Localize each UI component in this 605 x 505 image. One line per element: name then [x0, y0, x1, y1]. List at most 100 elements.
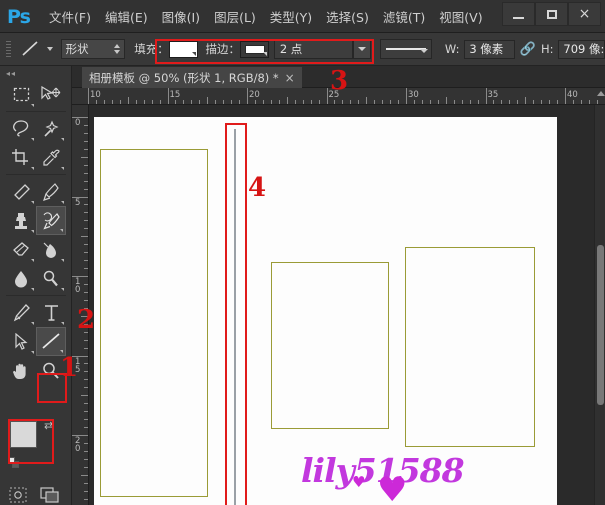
- fill-color-swatch[interactable]: [168, 40, 198, 58]
- menu-item-select[interactable]: 选择(S): [319, 3, 376, 30]
- dodge-tool-more-icon: [61, 288, 64, 291]
- menu-item-view[interactable]: 视图(V): [432, 3, 489, 30]
- tool-preset-chevron-down-icon[interactable]: [46, 47, 53, 51]
- ruler-h-minor-tick: [254, 100, 256, 104]
- ruler-h-minor-tick: [199, 100, 201, 104]
- photo-frame-right[interactable]: [405, 247, 535, 447]
- options-bar: 形状 填充： 描边： 2 点 W: 3 像素 🔗 H: 709 像:: [0, 33, 605, 66]
- width-input[interactable]: 3 像素: [464, 39, 515, 59]
- photoshop-window: Ps 文件(F) 编辑(E) 图像(I) 图层(L) 类型(Y) 选择(S) 滤…: [0, 0, 605, 505]
- photo-frame-left[interactable]: [100, 149, 208, 497]
- menu-item-image[interactable]: 图像(I): [155, 3, 207, 30]
- document-page[interactable]: [94, 117, 557, 505]
- close-button[interactable]: ×: [568, 2, 601, 26]
- ruler-h-minor-tick: [549, 100, 551, 104]
- document-tab[interactable]: 相册模板 @ 50% (形状 1, RGB/8) * ×: [82, 67, 302, 88]
- ruler-h-minor-tick: [215, 100, 217, 104]
- canvas-vertical-scrollbar[interactable]: [594, 91, 605, 505]
- ruler-h-minor-tick: [382, 100, 384, 104]
- shape-mode-select[interactable]: 形状: [60, 39, 125, 59]
- scroll-up-arrow-icon[interactable]: [597, 91, 605, 96]
- healing-brush-more-icon: [31, 201, 34, 204]
- menu-item-edit[interactable]: 编辑(E): [98, 3, 155, 30]
- document-tab-close-icon[interactable]: ×: [285, 71, 295, 85]
- menu-item-file[interactable]: 文件(F): [42, 3, 98, 30]
- ruler-h-minor-tick: [533, 100, 535, 104]
- ruler-h-minor-tick: [262, 100, 264, 104]
- brush-tool[interactable]: [36, 177, 66, 206]
- healing-brush-tool[interactable]: [6, 177, 36, 206]
- menu-item-filter[interactable]: 滤镜(T): [376, 3, 432, 30]
- photo-frame-middle[interactable]: [271, 262, 389, 429]
- ruler-v-minor-tick: [84, 490, 88, 492]
- annotation-label-2: 2: [77, 305, 96, 335]
- screen-mode-icon[interactable]: [40, 486, 60, 504]
- dodge-tool[interactable]: [36, 264, 66, 293]
- ruler-h-minor-tick: [477, 100, 479, 104]
- maximize-button[interactable]: [535, 2, 568, 26]
- blur-tool[interactable]: [6, 264, 36, 293]
- history-brush-tool[interactable]: [36, 206, 66, 235]
- ruler-h-minor-tick: [223, 100, 225, 104]
- menu-item-layer[interactable]: 图层(L): [207, 3, 263, 30]
- clone-stamp-tool[interactable]: [6, 206, 36, 235]
- minimize-button[interactable]: [502, 2, 535, 26]
- ruler-v-minor-tick: [84, 212, 88, 214]
- eyedropper-tool[interactable]: [36, 143, 66, 172]
- close-icon: ×: [578, 6, 591, 22]
- canvas-area[interactable]: lily51588 ♥ ♥ PS爱好者 www.psahz.com: [89, 105, 594, 505]
- stroke-width-chevron-down-icon[interactable]: [353, 39, 371, 59]
- swap-colors-icon[interactable]: ⇄: [44, 419, 53, 432]
- line-tool[interactable]: [36, 327, 66, 356]
- line-tool-icon[interactable]: [16, 38, 45, 60]
- height-input[interactable]: 709 像:: [558, 39, 605, 59]
- ruler-v-label: 20: [75, 436, 81, 454]
- stroke-color-swatch[interactable]: [240, 40, 269, 58]
- ruler-h-minor-tick: [207, 97, 209, 104]
- options-bar-grip[interactable]: [4, 39, 13, 59]
- ruler-v-minor-tick: [84, 450, 88, 452]
- ruler-v-minor-tick: [84, 260, 88, 262]
- ruler-h-minor-tick: [151, 100, 153, 104]
- ruler-h-major-tick: [565, 88, 566, 104]
- lasso-tool[interactable]: [6, 114, 36, 143]
- foreground-color-swatch[interactable]: [10, 421, 37, 448]
- ruler-h-minor-tick: [509, 100, 511, 104]
- ruler-h-major-tick: [88, 88, 89, 104]
- ruler-h-minor-tick: [580, 100, 582, 104]
- ruler-h-minor-tick: [270, 100, 272, 104]
- scrollbar-thumb[interactable]: [597, 245, 604, 405]
- magic-wand-tool[interactable]: [36, 114, 66, 143]
- ruler-h-label: 15: [169, 90, 181, 100]
- hand-tool[interactable]: [6, 356, 36, 385]
- ruler-v-minor-tick: [84, 228, 88, 230]
- pen-tool[interactable]: [6, 298, 36, 327]
- ruler-v-minor-tick: [84, 347, 88, 349]
- vertical-line-shape[interactable]: [234, 129, 236, 505]
- gradient-tool[interactable]: [36, 235, 66, 264]
- tools-panel-grip[interactable]: ◂◂: [6, 69, 26, 78]
- ruler-h-minor-tick: [135, 100, 137, 104]
- crop-tool-more-icon: [31, 167, 34, 170]
- ruler-v-minor-tick: [84, 180, 88, 182]
- menu-item-type[interactable]: 类型(Y): [263, 3, 319, 30]
- move-tool[interactable]: [36, 80, 66, 109]
- quick-mask-icon[interactable]: [8, 486, 28, 504]
- default-colors-icon[interactable]: [8, 457, 19, 468]
- eraser-tool[interactable]: [6, 235, 36, 264]
- marquee-tool[interactable]: [6, 80, 36, 109]
- chain-link-icon[interactable]: 🔗: [520, 42, 536, 57]
- ruler-h-minor-tick: [429, 100, 431, 104]
- ruler-v-minor-tick: [84, 291, 88, 293]
- ruler-v-minor-tick: [84, 124, 88, 126]
- type-tool[interactable]: [36, 298, 66, 327]
- ruler-v-major-tick: [72, 435, 88, 436]
- path-selection-tool[interactable]: [6, 327, 36, 356]
- stroke-width-input[interactable]: 2 点: [273, 39, 354, 59]
- clone-stamp-more-icon: [31, 230, 34, 233]
- crop-tool[interactable]: [6, 143, 36, 172]
- annotation-label-3: 3: [330, 66, 349, 96]
- stroke-dropdown-corner-icon: [263, 51, 267, 56]
- stroke-style-select[interactable]: [380, 39, 433, 59]
- ruler-v-minor-tick: [84, 411, 88, 413]
